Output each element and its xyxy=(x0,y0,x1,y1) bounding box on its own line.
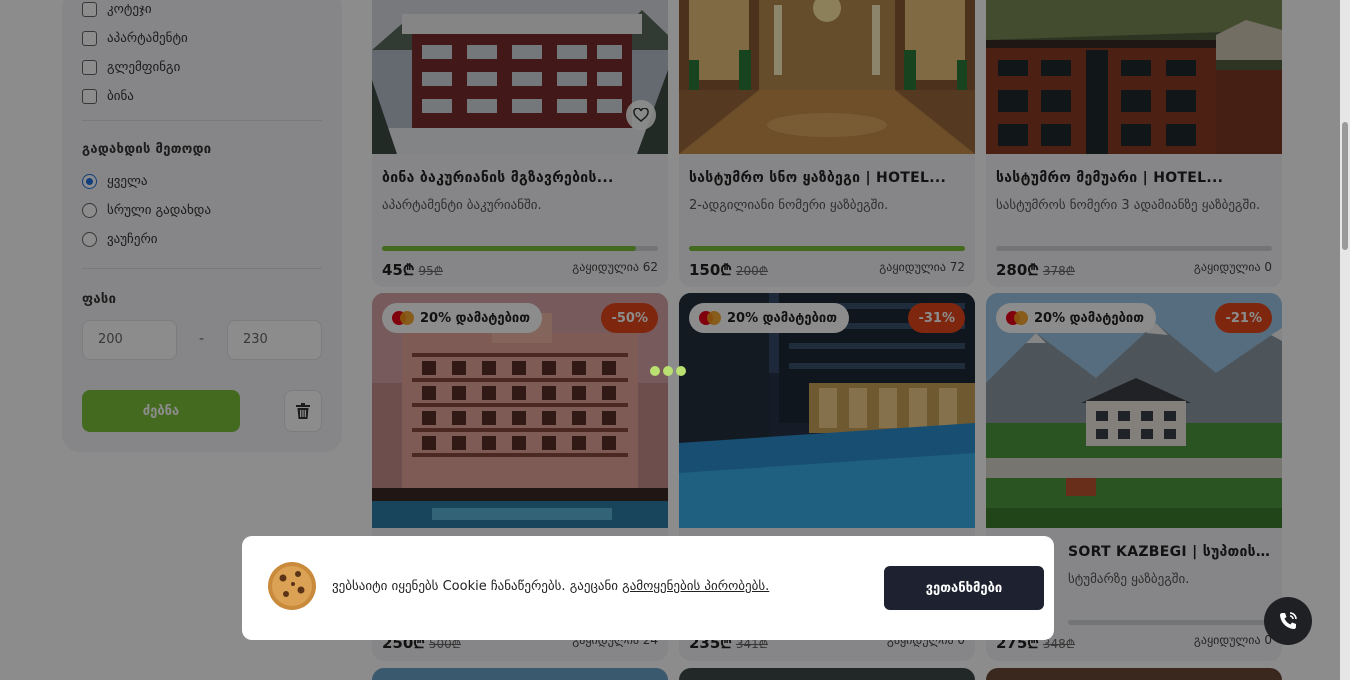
page-scrollbar[interactable] xyxy=(1340,0,1350,680)
cookie-icon xyxy=(268,562,316,610)
scrollbar-thumb[interactable] xyxy=(1342,122,1348,250)
phone-icon xyxy=(1280,612,1297,629)
loading-spinner xyxy=(650,360,690,382)
cookie-text: ვებსაიტი იყენებს Cookie ჩანაწერებს. გაეც… xyxy=(332,579,769,594)
cookie-banner: ვებსაიტი იყენებს Cookie ჩანაწერებს. გაეც… xyxy=(242,536,1054,640)
cookie-message: ვებსაიტი იყენებს Cookie ჩანაწერებს. გაეც… xyxy=(332,579,618,594)
call-button[interactable] xyxy=(1264,597,1312,645)
accept-cookies-button[interactable]: ვეთანხმები xyxy=(884,566,1044,610)
terms-link[interactable]: გამოყენების პირობებს. xyxy=(622,579,769,594)
